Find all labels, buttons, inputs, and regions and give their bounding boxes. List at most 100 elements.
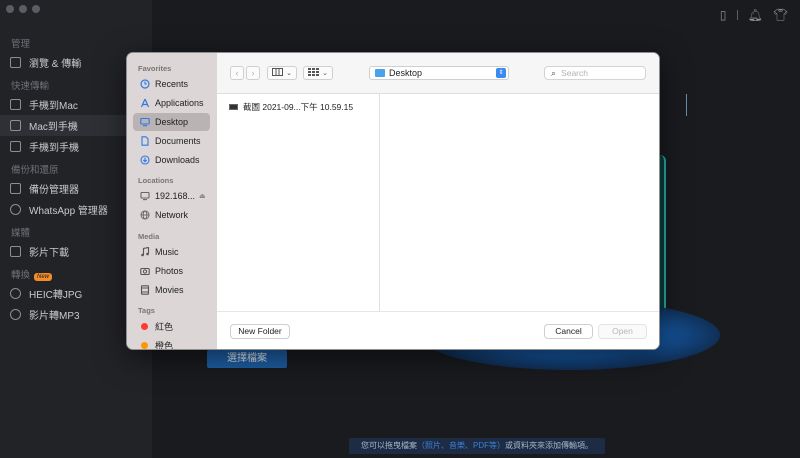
shirt-icon[interactable]: 👕︎ [773,8,788,22]
search-placeholder: Search [561,68,588,78]
search-icon: ⌕ [551,67,557,78]
sidebar-item-label: Music [155,246,179,257]
sidebar-item-documents[interactable]: Documents [133,131,210,150]
device-icon[interactable]: ▯ [720,8,727,22]
dialog-sidebar: Favorites Recents Applications Desktop D… [127,53,217,350]
tags-header: Tags [138,305,155,315]
grid-icon [10,57,21,68]
search-field[interactable]: ⌕ Search [544,66,646,80]
network-icon [139,210,150,221]
new-badge: New [34,273,53,281]
sidebar-item-label: Network [155,210,189,221]
desktop-icon [139,116,150,127]
mac-to-phone-icon [10,120,21,131]
whatsapp-icon [10,204,21,215]
hint-highlight: （照片、音樂、PDF等） [417,441,505,450]
file-row[interactable]: 截圖 2021-09...下午 10.59.15 [217,99,379,114]
hint-prefix: 您可以拖曳檔案 [361,441,417,450]
hero-decoration-line [686,94,687,116]
open-file-dialog: Favorites Recents Applications Desktop D… [126,52,660,350]
location-popup[interactable]: Desktop ⇕ [369,66,509,80]
applications-icon [139,98,150,109]
sidebar-item-movies[interactable]: Movies [133,280,210,299]
open-button[interactable]: Open [598,324,647,339]
up-down-chevron-icon: ⇕ [496,68,506,78]
nav-label: HEIC轉JPG [29,290,83,301]
sidebar-item-label: 紅色 [155,321,174,332]
window-controls [6,5,40,13]
dialog-main: ‹ › ⌄ ⌄ Desktop ⇕ ⌕ Search 截圖 2021-09...… [217,53,659,349]
nav-label: 手機到Mac [29,101,78,112]
mp3-convert-icon [10,309,21,320]
locations-header: Locations [138,175,174,185]
screenshot-file-icon [229,103,238,110]
download-icon [139,154,150,165]
sidebar-item-network[interactable]: Network [133,206,210,225]
column-view-button[interactable]: ⌄ [267,66,297,80]
music-icon [139,246,150,257]
nav-label: WhatsApp 管理器 [29,206,108,217]
column-view-icon [272,68,284,78]
eject-icon[interactable]: ⏏ [199,192,206,200]
document-icon [139,135,150,146]
video-download-icon [10,246,21,257]
camera-icon [139,265,150,276]
new-folder-button[interactable]: New Folder [230,324,290,339]
zoom-window-button[interactable] [32,5,40,13]
top-right-icons: ▯ 🔔︎ 👕︎ [720,8,788,22]
choose-file-button[interactable]: 選擇檔案 [207,350,287,368]
dialog-toolbar: ‹ › ⌄ ⌄ Desktop ⇕ ⌕ Search [217,53,659,94]
backup-icon [10,183,21,194]
dialog-footer: New Folder Cancel Open [217,311,659,349]
favorites-header: Favorites [138,64,172,73]
file-column: 截圖 2021-09...下午 10.59.15 [217,94,380,311]
sidebar-item-photos[interactable]: Photos [133,261,210,280]
drag-drop-hint: 您可以拖曳檔案（照片、音樂、PDF等）或資料夾來添加傳輸項。 [349,438,605,454]
file-name: 截圖 2021-09...下午 10.59.15 [243,101,354,112]
media-header: Media [138,231,160,241]
section-convert-title: 轉換 [11,270,31,281]
film-icon [139,284,150,295]
close-window-button[interactable] [6,5,14,13]
back-button[interactable]: ‹ [230,66,244,80]
minimize-window-button[interactable] [19,5,27,13]
nav-label: 瀏覽 & 傳輸 [29,59,82,70]
heic-convert-icon [10,288,21,299]
nav-label: 備份管理器 [29,185,79,196]
sidebar-item-label: Desktop [155,116,189,127]
sidebar-tag-orange[interactable]: 橙色 [133,336,210,350]
nav-label: 影片下載 [29,248,69,259]
bell-icon[interactable]: 🔔︎ [748,8,763,22]
location-label: Desktop [389,68,423,78]
clock-icon [139,79,150,90]
sidebar-item-label: 橙色 [155,340,174,350]
sidebar-item-label: Photos [155,265,184,276]
section-manage: 管理 [11,39,31,50]
sidebar-item-desktop[interactable]: Desktop [133,112,210,132]
sidebar-item-label: Documents [155,135,201,146]
hint-suffix: 或資料夾來添加傳輸項。 [505,441,593,450]
red-tag-icon [141,322,148,330]
chevron-down-icon: ⌄ [286,70,292,77]
cancel-button[interactable]: Cancel [544,324,593,339]
sidebar-item-recents[interactable]: Recents [133,75,210,94]
phone-to-phone-icon [10,141,21,152]
sidebar-tag-red[interactable]: 紅色 [133,317,210,336]
folder-icon [375,69,385,77]
sidebar-item-label: Downloads [155,154,200,165]
sidebar-item-applications[interactable]: Applications [133,94,210,113]
sidebar-item-label: 192.168... [155,191,196,202]
sidebar-item-label: Recents [155,79,189,90]
sidebar-item-music[interactable]: Music [133,243,210,262]
sidebar-item-label: Applications [155,98,204,109]
orange-tag-icon [141,341,148,349]
sidebar-item-server[interactable]: 192.168... ⏏ [133,187,210,206]
chevron-down-icon: ⌄ [322,70,328,77]
grid-view-icon [308,68,320,78]
sidebar-item-downloads[interactable]: Downloads [133,150,210,169]
forward-button[interactable]: › [246,66,260,80]
grid-view-button[interactable]: ⌄ [303,66,333,80]
nav-label: 手機到手機 [29,143,79,154]
phone-to-mac-icon [10,99,21,110]
nav-label: Mac到手機 [29,122,78,133]
